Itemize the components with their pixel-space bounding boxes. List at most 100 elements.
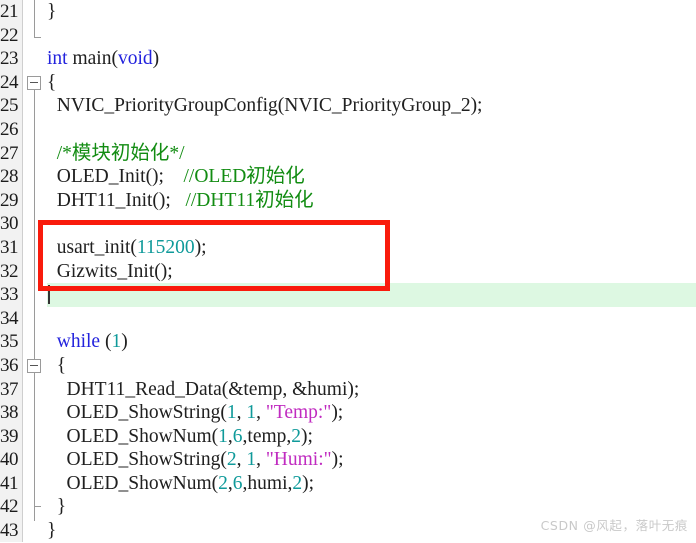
line-number: 35	[0, 331, 19, 353]
code-token-plain: DHT11_Read_Data(&temp, &humi);	[47, 378, 360, 400]
code-line[interactable]	[47, 24, 696, 48]
code-line[interactable]: {	[47, 354, 696, 378]
code-token-plain: ,	[256, 402, 266, 424]
code-token-kw: int	[47, 48, 73, 70]
line-number: 40	[0, 449, 19, 471]
code-token-num: 6	[232, 425, 243, 447]
line-number: 29	[0, 189, 19, 211]
code-token-num: 1	[218, 425, 228, 447]
line-number: 38	[0, 402, 19, 424]
code-token-plain: );	[302, 472, 315, 494]
line-number: 33	[0, 284, 19, 306]
code-line[interactable]: NVIC_PriorityGroupConfig(NVIC_PriorityGr…	[47, 94, 696, 118]
code-token-plain: OLED_ShowNum(	[47, 472, 219, 494]
code-line[interactable]: DHT11_Read_Data(&temp, &humi);	[47, 378, 696, 402]
code-token-plain: OLED_ShowString(	[47, 449, 227, 471]
code-token-num: 115200	[136, 236, 195, 258]
line-number: 25	[0, 95, 19, 117]
code-line[interactable]: OLED_ShowString(2, 1, "Humi:");	[47, 448, 696, 472]
code-token-plain: )	[152, 48, 160, 70]
code-token-kw: void	[117, 48, 153, 70]
fold-toggle-while[interactable]	[27, 358, 41, 373]
fold-guide-main	[34, 90, 35, 522]
code-line[interactable]	[47, 212, 696, 236]
code-line[interactable]: OLED_Init(); //OLED初始化	[47, 165, 696, 189]
code-text-area[interactable]: } int main(void){ NVIC_PriorityGroupConf…	[47, 0, 696, 542]
code-token-kw: while	[56, 331, 101, 353]
code-line[interactable]: /*模块初始化*/	[47, 142, 696, 166]
line-number: 41	[0, 472, 19, 494]
line-number: 37	[0, 378, 19, 400]
line-number: 27	[0, 142, 19, 164]
code-token-plain: ,temp,	[242, 425, 292, 447]
fold-end-tick-previous-block	[34, 36, 41, 38]
code-token-plain: DHT11_Init();	[47, 189, 186, 211]
code-token-plain: }	[47, 520, 57, 542]
code-token-num: 2	[218, 472, 228, 494]
line-number: 39	[0, 425, 19, 447]
code-token-cmt: /*模块初始化*/	[47, 142, 185, 164]
code-token-plain: }	[47, 1, 57, 22]
code-folding-margin[interactable]	[23, 0, 47, 542]
code-token-plain: ,	[236, 449, 247, 471]
line-number: 32	[0, 260, 19, 282]
code-line[interactable]: int main(void)	[47, 47, 696, 71]
code-token-plain: main(	[72, 48, 118, 70]
code-token-plain: (	[100, 331, 112, 353]
code-token-plain: OLED_Init();	[47, 166, 184, 188]
code-token-num: 6	[232, 472, 243, 494]
code-token-plain: );	[331, 449, 344, 471]
code-token-plain: }	[47, 496, 67, 518]
code-token-plain: ,	[256, 449, 266, 471]
code-line[interactable]: OLED_ShowString(1, 1, "Temp:");	[47, 401, 696, 425]
code-line[interactable]: usart_init(115200);	[47, 236, 696, 260]
code-token-cmt: //OLED初始化	[183, 166, 305, 188]
code-token-plain: );	[194, 236, 207, 258]
code-line-current[interactable]	[47, 283, 696, 307]
code-token-plain: ,humi,	[242, 472, 293, 494]
fold-toggle-main[interactable]	[27, 75, 41, 90]
line-number: 23	[0, 48, 19, 70]
code-line[interactable]: OLED_ShowNum(1,6,temp,2);	[47, 425, 696, 449]
code-token-num: 2	[292, 472, 303, 494]
code-token-plain: Gizwits_Init();	[47, 260, 173, 282]
code-token-num: 1	[246, 402, 257, 424]
code-token-plain: );	[301, 425, 313, 447]
code-token-num: 2	[291, 425, 302, 447]
line-number: 31	[0, 236, 19, 258]
code-token-plain: )	[121, 331, 128, 353]
code-line[interactable]: }	[47, 0, 696, 24]
code-editor[interactable]: 21 22 23 24 25 26 27 28 29 30 31 32 33 34 35 36 37 38 39 40…	[0, 0, 696, 542]
code-token-num: 1	[111, 331, 122, 353]
csdn-watermark: CSDN @风起，落叶无痕	[540, 518, 688, 533]
code-line[interactable]	[47, 118, 696, 142]
code-line[interactable]	[47, 307, 696, 331]
code-token-num: 1	[226, 402, 237, 424]
line-number: 30	[0, 213, 19, 235]
code-token-plain: usart_init(	[47, 236, 137, 258]
code-line[interactable]: DHT11_Init(); //DHT11初始化	[47, 189, 696, 213]
code-line[interactable]: Gizwits_Init();	[47, 260, 696, 284]
line-number: 21	[0, 1, 19, 22]
fold-guide-previous-block	[34, 0, 35, 37]
text-caret	[48, 285, 50, 304]
line-number: 24	[0, 71, 19, 93]
line-number: 22	[0, 24, 19, 46]
code-token-str: "Humi:"	[265, 449, 332, 471]
line-number: 43	[0, 520, 19, 542]
code-line[interactable]: {	[47, 71, 696, 95]
line-number: 34	[0, 307, 19, 329]
code-line[interactable]: while (1)	[47, 330, 696, 354]
code-token-plain: {	[47, 354, 67, 376]
code-line[interactable]: OLED_ShowNum(2,6,humi,2);	[47, 472, 696, 496]
code-token-plain: OLED_ShowString(	[47, 402, 227, 424]
line-number-gutter: 21 22 23 24 25 26 27 28 29 30 31 32 33 34 35 36 37 38 39 40…	[0, 0, 23, 542]
line-number: 36	[0, 354, 19, 376]
fold-end-tick-main	[34, 506, 41, 508]
code-token-plain: NVIC_PriorityGroupConfig(NVIC_PriorityGr…	[47, 95, 483, 117]
code-token-str: "Temp:"	[265, 402, 332, 424]
code-token-plain: ,	[236, 402, 247, 424]
line-number: 26	[0, 118, 19, 140]
line-number-list: 21 22 23 24 25 26 27 28 29 30 31 32 33 34 35 36 37 38 39 40…	[0, 0, 22, 543]
